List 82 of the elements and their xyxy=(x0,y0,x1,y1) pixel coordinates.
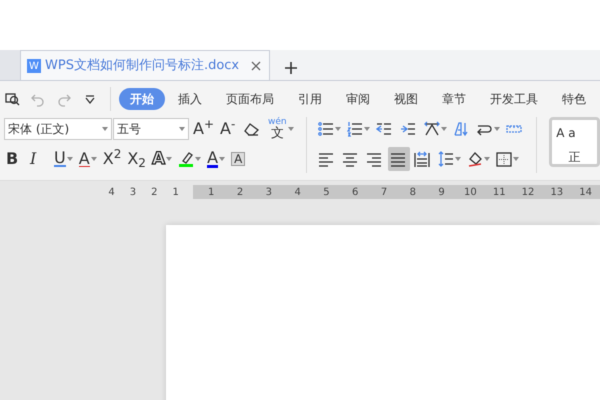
caret-icon xyxy=(494,127,500,131)
ruler-number: 13 xyxy=(549,186,564,199)
font-size-dropdown[interactable]: 五号 xyxy=(113,118,189,140)
ruler-number: 9 xyxy=(437,186,446,199)
document-icon: W xyxy=(27,59,41,73)
style-sample: A a xyxy=(556,125,577,142)
caret-icon xyxy=(335,127,342,131)
justify-icon xyxy=(390,150,406,168)
ruler-number: 3 xyxy=(130,186,136,199)
document-tab[interactable]: W WPS文档如何制作问号标注.docx xyxy=(20,50,270,80)
ruler-number: 5 xyxy=(322,186,331,199)
ruler-number: 8 xyxy=(408,186,417,199)
align-center-icon xyxy=(342,150,358,168)
ruler-number: 1 xyxy=(172,186,179,199)
pinyin-button[interactable]: wén 文 xyxy=(266,117,296,141)
ruler-number: 2 xyxy=(151,186,158,199)
caret-icon xyxy=(195,157,202,161)
grow-font-button[interactable]: A$^{+}$ xyxy=(191,117,216,141)
style-gallery[interactable]: A a 正 xyxy=(549,117,600,167)
font-color-button[interactable]: A xyxy=(205,147,228,171)
subscript-button[interactable]: X$_{2}$ xyxy=(125,147,148,171)
bold-button[interactable]: B xyxy=(4,147,26,171)
caret-icon xyxy=(455,157,462,161)
borders-icon xyxy=(496,150,512,168)
sort-icon xyxy=(453,120,470,138)
font-name-dropdown[interactable]: 宋体 (正文) xyxy=(4,118,112,140)
align-left-icon xyxy=(318,150,334,168)
underline-button[interactable]: U xyxy=(52,147,75,171)
undo-icon xyxy=(30,92,46,106)
ribbon-tab[interactable]: 章节 xyxy=(431,88,477,110)
caret-icon xyxy=(513,157,520,161)
ruler-number: 6 xyxy=(351,186,360,199)
distributed-icon xyxy=(414,150,430,168)
ruler-number: 7 xyxy=(380,186,388,199)
italic-button[interactable]: I xyxy=(28,147,50,171)
caret-icon xyxy=(484,157,490,161)
ruler-number: 12 xyxy=(520,186,536,199)
outdent-icon xyxy=(376,120,392,138)
eraser-icon xyxy=(244,122,260,136)
tab-title: WPS文档如何制作问号标注.docx xyxy=(45,57,240,76)
caret-icon xyxy=(364,127,370,131)
indent-icon xyxy=(400,120,416,138)
justify-button[interactable] xyxy=(388,147,410,171)
style-name: 正 xyxy=(568,149,582,166)
caret-icon xyxy=(102,127,108,131)
ruler-number: 14 xyxy=(578,186,593,199)
highlighter-icon xyxy=(178,151,194,167)
ribbon-tab[interactable]: 开发工具 xyxy=(479,88,549,110)
ribbon-tab[interactable]: 特色 xyxy=(551,88,597,110)
caret-icon xyxy=(179,127,185,131)
ruler-number: 11 xyxy=(492,186,507,199)
ribbon-tab[interactable]: 插入 xyxy=(167,88,213,110)
ruler-number: 4 xyxy=(108,186,115,199)
caret-icon xyxy=(288,127,294,131)
bullet-list-icon xyxy=(318,120,334,138)
line-spacing-icon xyxy=(438,150,454,168)
close-icon xyxy=(251,61,262,71)
caret-icon xyxy=(166,157,172,161)
redo-icon xyxy=(56,92,72,106)
paint-bucket-icon xyxy=(467,150,484,168)
find-icon xyxy=(4,92,20,106)
align-right-icon xyxy=(366,150,382,168)
ribbon-tab[interactable]: 视图 xyxy=(383,88,429,110)
strikethrough-button[interactable]: A xyxy=(76,147,99,171)
shrink-font-button[interactable]: A$^{-}$ xyxy=(218,117,240,141)
caret-icon xyxy=(66,157,73,161)
caret-icon xyxy=(90,157,97,161)
superscript-button[interactable]: X$^{2}$ xyxy=(100,147,124,171)
ruler-number: 1 xyxy=(207,186,216,199)
text-direction-icon xyxy=(424,120,440,138)
caret-icon xyxy=(219,157,226,161)
ruler-number: 3 xyxy=(264,186,274,199)
ribbon-tab[interactable]: 页面布局 xyxy=(215,88,285,110)
ribbon-tab[interactable]: 引用 xyxy=(287,88,333,110)
ruler-number: 10 xyxy=(463,186,478,199)
character-shading-button[interactable]: A xyxy=(229,147,252,171)
ruler-number: 4 xyxy=(293,186,302,199)
caret-icon xyxy=(441,127,448,131)
plus-icon[interactable] xyxy=(284,61,298,75)
ruler-number: 2 xyxy=(236,186,244,199)
numbered-list-icon xyxy=(347,120,364,138)
ribbon-tab[interactable]: 审阅 xyxy=(335,88,381,110)
